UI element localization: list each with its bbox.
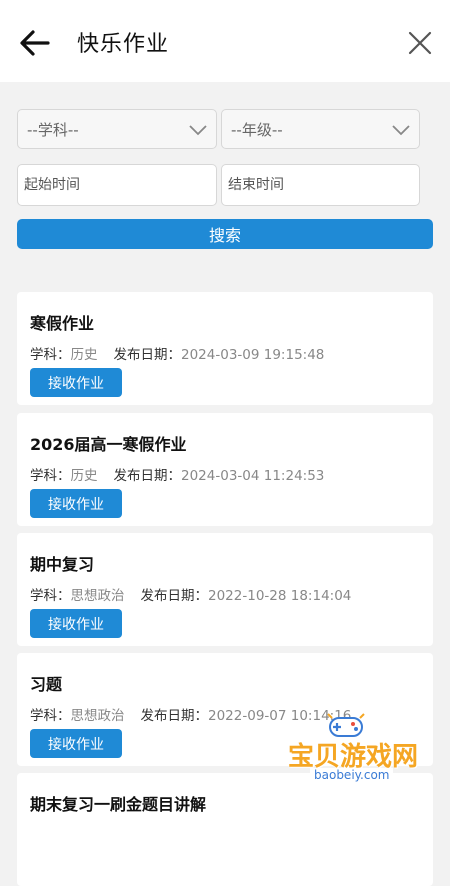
filter-panel: --学科-- --年级-- 搜索	[0, 82, 450, 278]
subject-value: 思想政治	[70, 588, 125, 604]
watermark-logo: 宝贝游戏网 baobeiy.com	[280, 710, 430, 790]
end-time-input[interactable]	[221, 164, 420, 206]
date-label: 发布日期：	[140, 588, 209, 604]
grade-select[interactable]: --年级--	[221, 109, 420, 149]
homework-title: 期末复习一刷金题目讲解	[30, 795, 207, 814]
chevron-down-icon	[392, 125, 410, 136]
app-header: 快乐作业	[0, 0, 450, 82]
search-button[interactable]: 搜索	[17, 219, 433, 249]
receive-homework-button[interactable]: 接收作业	[30, 368, 122, 397]
back-arrow-icon[interactable]	[18, 26, 52, 60]
homework-card: 寒假作业 学科：历史 发布日期：2024-03-09 19:15:48 接收作业	[17, 292, 433, 405]
subject-label: 学科：	[30, 468, 71, 484]
receive-homework-button[interactable]: 接收作业	[30, 489, 122, 518]
homework-meta: 学科：思想政治 发布日期：2022-10-28 18:14:04	[30, 584, 351, 604]
date-value: 2024-03-04 11:24:53	[181, 468, 325, 484]
start-time-input[interactable]	[17, 164, 217, 206]
close-icon[interactable]	[404, 27, 436, 59]
receive-homework-button[interactable]: 接收作业	[30, 729, 122, 758]
date-label: 发布日期：	[113, 347, 182, 363]
date-label: 发布日期：	[140, 708, 209, 724]
subject-value: 思想政治	[70, 708, 125, 724]
subject-select-value: --学科--	[27, 121, 79, 139]
homework-card: 期中复习 学科：思想政治 发布日期：2022-10-28 18:14:04 接收作…	[17, 533, 433, 646]
subject-select[interactable]: --学科--	[17, 109, 217, 149]
grade-select-value: --年级--	[231, 121, 283, 139]
subject-value: 历史	[70, 347, 98, 363]
homework-title: 2026届高一寒假作业	[30, 435, 187, 454]
subject-value: 历史	[70, 468, 98, 484]
homework-meta: 学科：历史 发布日期：2024-03-09 19:15:48	[30, 343, 324, 363]
watermark-url: baobeiy.com	[310, 768, 394, 782]
chevron-down-icon	[189, 125, 207, 136]
homework-title: 寒假作业	[30, 314, 95, 333]
date-value: 2022-10-28 18:14:04	[208, 588, 352, 604]
subject-label: 学科：	[30, 347, 71, 363]
homework-title: 习题	[30, 675, 63, 694]
date-label: 发布日期：	[113, 468, 182, 484]
homework-title: 期中复习	[30, 555, 95, 574]
date-value: 2024-03-09 19:15:48	[181, 347, 325, 363]
homework-card: 2026届高一寒假作业 学科：历史 发布日期：2024-03-04 11:24:5…	[17, 413, 433, 526]
receive-homework-button[interactable]: 接收作业	[30, 609, 122, 638]
page-title: 快乐作业	[77, 32, 170, 57]
subject-label: 学科：	[30, 588, 71, 604]
homework-meta: 学科：历史 发布日期：2024-03-04 11:24:53	[30, 464, 324, 484]
subject-label: 学科：	[30, 708, 71, 724]
